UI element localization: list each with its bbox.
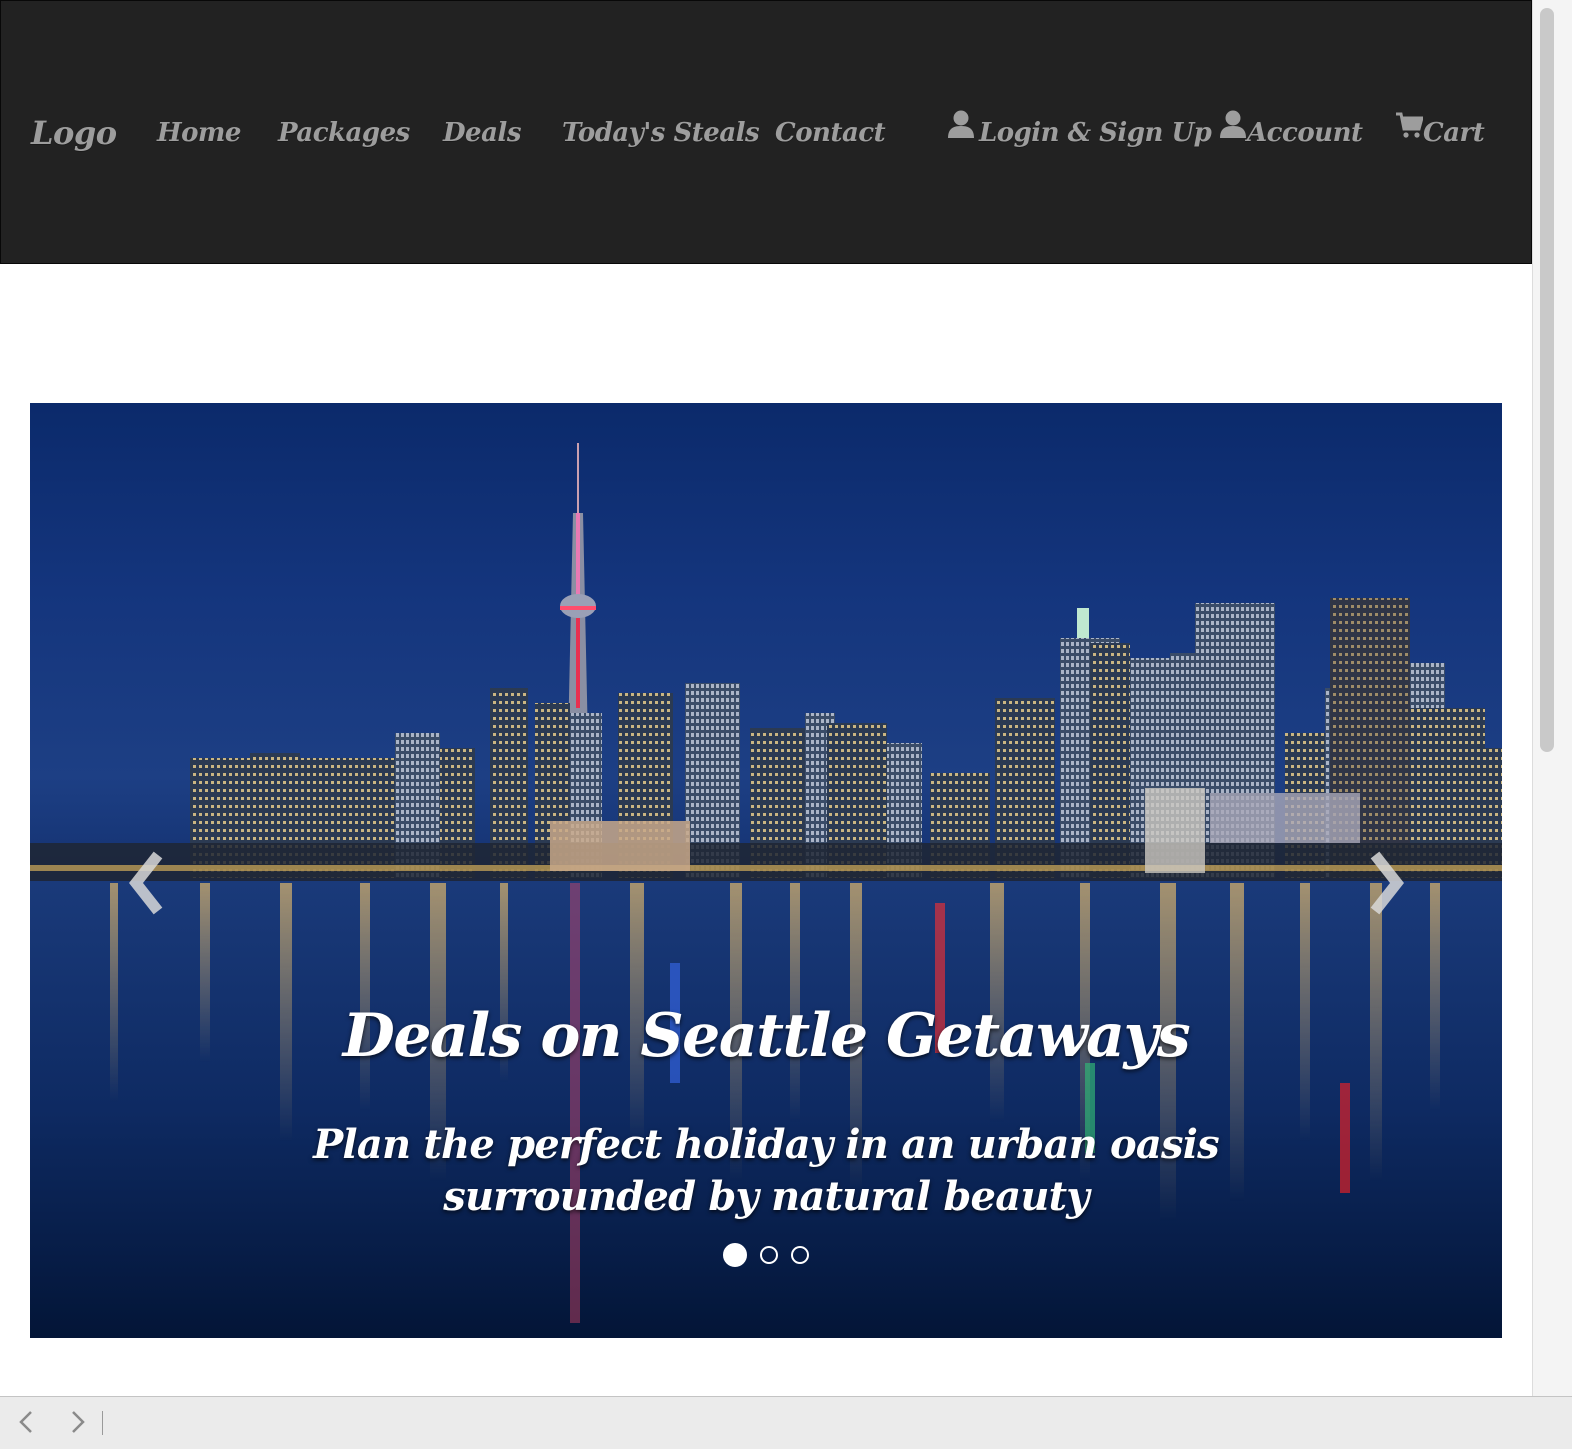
chevron-left-icon: [19, 1411, 32, 1433]
brand-logo-link[interactable]: Logo: [31, 109, 117, 157]
carousel-caption-subtitle-line2: surrounded by natural beauty: [443, 1173, 1089, 1220]
carousel-indicator-2[interactable]: [760, 1246, 778, 1264]
toolbar-divider: [102, 1411, 103, 1435]
carousel-caption-subtitle: Plan the perfect holiday in an urban oas…: [30, 1119, 1502, 1223]
browser-back-button[interactable]: [12, 1407, 42, 1437]
carousel-indicator-3[interactable]: [791, 1246, 810, 1264]
nav-link-todays-steals[interactable]: Today's Steals: [562, 109, 760, 157]
chevron-left-icon: [129, 851, 163, 915]
login-signup-link[interactable]: Login & Sign Up: [947, 107, 1212, 157]
account-link[interactable]: Account: [1219, 109, 1363, 157]
carousel-next-button[interactable]: [1355, 843, 1415, 923]
carousel-prev-button[interactable]: [118, 843, 178, 923]
navbar: Logo Home Packages Deals Today's Steals …: [0, 0, 1532, 264]
hero-carousel: Deals on Seattle Getaways Plan the perfe…: [30, 403, 1502, 1338]
carousel-caption-title: Deals on Seattle Getaways: [342, 1001, 1191, 1071]
nav-link-contact[interactable]: Contact: [775, 109, 886, 157]
chevron-right-icon: [72, 1411, 85, 1433]
user-icon: [1219, 107, 1247, 155]
login-signup-label: Login & Sign Up: [979, 118, 1212, 148]
carousel-indicator-1[interactable]: [722, 1243, 747, 1267]
carousel-caption-subtitle-line1: Plan the perfect holiday in an urban oas…: [313, 1121, 1219, 1168]
nav-link-packages[interactable]: Packages: [278, 109, 410, 157]
browser-bottom-bar: [0, 1396, 1572, 1449]
nav-link-home[interactable]: Home: [157, 109, 241, 157]
browser-forward-button[interactable]: [62, 1407, 92, 1437]
cart-link[interactable]: Cart: [1395, 107, 1485, 157]
nav-link-deals[interactable]: Deals: [443, 109, 521, 157]
carousel-indicators: [30, 1243, 1502, 1267]
account-label: Account: [1247, 118, 1363, 148]
cart-label: Cart: [1423, 118, 1485, 148]
vertical-scrollbar[interactable]: [1532, 0, 1572, 1396]
user-icon: [947, 107, 975, 155]
cart-icon: [1395, 107, 1424, 155]
scrollbar-thumb[interactable]: [1540, 8, 1554, 752]
chevron-right-icon: [1370, 851, 1404, 915]
